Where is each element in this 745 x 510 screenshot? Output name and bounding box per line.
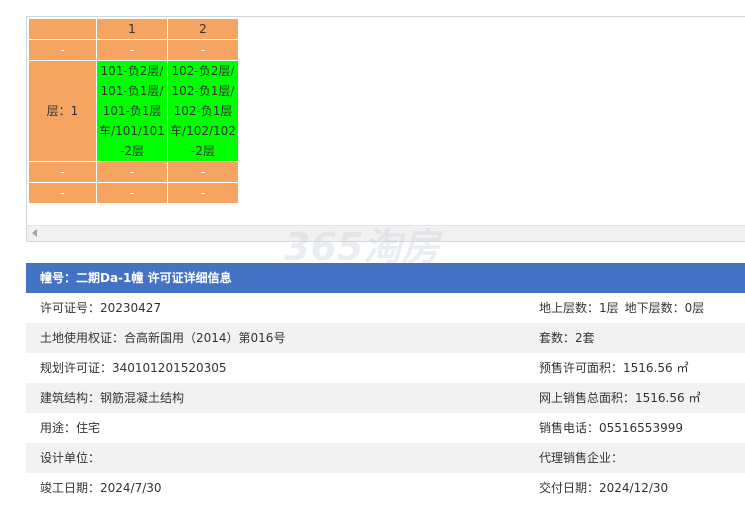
unit-cell-101[interactable]: 101-负2层/101-负1层/101-负1层车/101/101-2层 (96, 60, 168, 162)
grid-column-header: 1 (96, 18, 168, 40)
permit-detail-title: 幢号：二期Da-1幢 许可证详细信息 (26, 263, 745, 293)
unit-cell-text: 102-负2层/102-负1层/102-负1层车/102/102-2层 (170, 64, 236, 158)
detail-row: 土地使用权证：合高新国用（2014）第016号 套数：2套 (26, 323, 745, 353)
grid-column-header: 2 (167, 18, 239, 40)
permit-number: 许可证号：20230427 (40, 301, 162, 315)
floor-label: 层：1 (28, 60, 97, 162)
grid-corner-cell (28, 18, 97, 40)
unit-grid-table: 1 2 - - - 层：1 101-负2层/101-负1层/101-负1层车/1… (28, 18, 239, 204)
planning-permit: 规划许可证：340101201520305 (40, 361, 227, 375)
grid-row: - - - (28, 182, 239, 204)
sales-agent: 代理销售企业： (539, 451, 624, 465)
detail-row: 规划许可证：340101201520305 预售许可面积：1516.56 ㎡ (26, 353, 745, 383)
building-usage: 用途：住宅 (40, 421, 101, 435)
grid-header-row: 1 2 (28, 18, 239, 40)
grid-row: - - - (28, 161, 239, 183)
grid-row: - - - (28, 39, 239, 61)
unit-grid-panel: 1 2 - - - 层：1 101-负2层/101-负1层/101-负1层车/1… (26, 16, 745, 242)
grid-dash-cell: - (96, 161, 168, 183)
unit-cell-text: 101-负2层/101-负1层/101-负1层车/101/101-2层 (99, 64, 165, 158)
online-sales-area: 网上销售总面积：1516.56 ㎡ (539, 391, 701, 405)
building-structure: 建筑结构：钢筋混凝土结构 (40, 391, 185, 405)
detail-row: 用途：住宅 销售电话：05516553999 (26, 413, 745, 443)
detail-row: 设计单位： 代理销售企业： (26, 443, 745, 473)
unit-cell-102[interactable]: 102-负2层/102-负1层/102-负1层车/102/102-2层 (167, 60, 239, 162)
detail-row: 建筑结构：钢筋混凝土结构 网上销售总面积：1516.56 ㎡ (26, 383, 745, 413)
grid-dash-cell: - (96, 39, 168, 61)
permit-detail-panel: 幢号：二期Da-1幢 许可证详细信息 许可证号：20230427 地上层数：1层… (26, 263, 745, 503)
grid-dash-cell: - (167, 182, 239, 204)
grid-dash-cell: - (167, 39, 239, 61)
grid-dash-cell: - (28, 161, 97, 183)
grid-dash-cell: - (28, 39, 97, 61)
above-ground-floors: 地上层数：1层 (539, 301, 619, 315)
grid-dash-cell: - (96, 182, 168, 204)
floor-counts: 地上层数：1层 地下层数：0层 (539, 293, 704, 323)
delivery-date: 交付日期：2024/12/30 (539, 481, 669, 495)
design-company: 设计单位： (40, 451, 101, 465)
grid-row-floor-1: 层：1 101-负2层/101-负1层/101-负1层车/101/101-2层 … (28, 60, 239, 162)
land-use-certificate: 土地使用权证：合高新国用（2014）第016号 (40, 331, 286, 345)
scroll-left-icon[interactable] (32, 229, 37, 237)
horizontal-scrollbar[interactable] (27, 225, 745, 241)
detail-row: 许可证号：20230427 地上层数：1层 地下层数：0层 (26, 293, 745, 323)
sales-phone: 销售电话：05516553999 (539, 421, 683, 435)
grid-dash-cell: - (167, 161, 239, 183)
detail-row: 竣工日期：2024/7/30 交付日期：2024/12/30 (26, 473, 745, 503)
unit-count: 套数：2套 (539, 331, 595, 345)
grid-dash-cell: - (28, 182, 97, 204)
presale-area: 预售许可面积：1516.56 ㎡ (539, 361, 689, 375)
below-ground-floors: 地下层数：0层 (624, 301, 705, 315)
completion-date: 竣工日期：2024/7/30 (40, 481, 162, 495)
